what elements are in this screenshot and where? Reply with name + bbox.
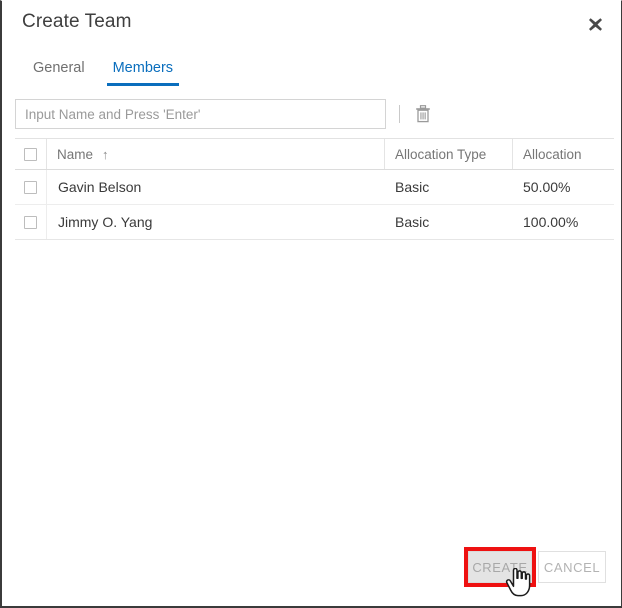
column-header-name[interactable]: Name ↑	[47, 139, 385, 169]
tab-members[interactable]: Members	[99, 57, 187, 86]
cell-allocation-type: Basic	[395, 179, 430, 195]
table-header-row: Name ↑ Allocation Type Allocation	[15, 139, 614, 170]
member-toolbar	[15, 99, 434, 129]
column-header-name-label: Name	[57, 146, 94, 162]
toolbar-divider	[399, 105, 400, 123]
create-button[interactable]: CREATE	[468, 551, 532, 583]
close-icon[interactable]	[581, 11, 609, 37]
tab-general[interactable]: General	[19, 57, 99, 86]
table-row[interactable]: Gavin Belson Basic 50.00%	[15, 170, 614, 205]
cancel-button[interactable]: CANCEL	[538, 551, 606, 583]
row-select-cell	[15, 205, 47, 239]
column-header-allocation-type-label: Allocation Type	[395, 146, 487, 162]
dialog-titlebar: Create Team	[2, 1, 621, 47]
cell-name: Gavin Belson	[58, 179, 142, 195]
create-team-dialog: Create Team General Members Input Name a…	[0, 0, 622, 608]
cell-name: Jimmy O. Yang	[58, 214, 153, 230]
select-all-checkbox[interactable]	[24, 147, 37, 161]
dialog-tabs: General Members	[19, 57, 187, 86]
row-select-cell	[15, 170, 47, 204]
column-header-allocation-type[interactable]: Allocation Type	[385, 139, 513, 169]
sort-ascending-icon[interactable]: ↑	[102, 148, 109, 161]
table-row[interactable]: Jimmy O. Yang Basic 100.00%	[15, 205, 614, 239]
dialog-footer: CREATE CANCEL	[2, 547, 621, 597]
cell-allocation-type: Basic	[395, 214, 430, 230]
select-all-header-cell	[15, 139, 47, 169]
column-header-allocation-label: Allocation	[523, 146, 582, 162]
trash-icon[interactable]	[412, 102, 434, 126]
members-table: Name ↑ Allocation Type Allocation Gavin …	[15, 138, 614, 240]
row-checkbox[interactable]	[24, 180, 37, 194]
member-name-input[interactable]	[15, 99, 386, 129]
cell-allocation: 100.00%	[523, 214, 579, 230]
column-header-allocation[interactable]: Allocation	[513, 139, 614, 169]
cell-allocation: 50.00%	[523, 179, 571, 195]
page-title: Create Team	[22, 11, 132, 32]
row-checkbox[interactable]	[24, 215, 37, 229]
